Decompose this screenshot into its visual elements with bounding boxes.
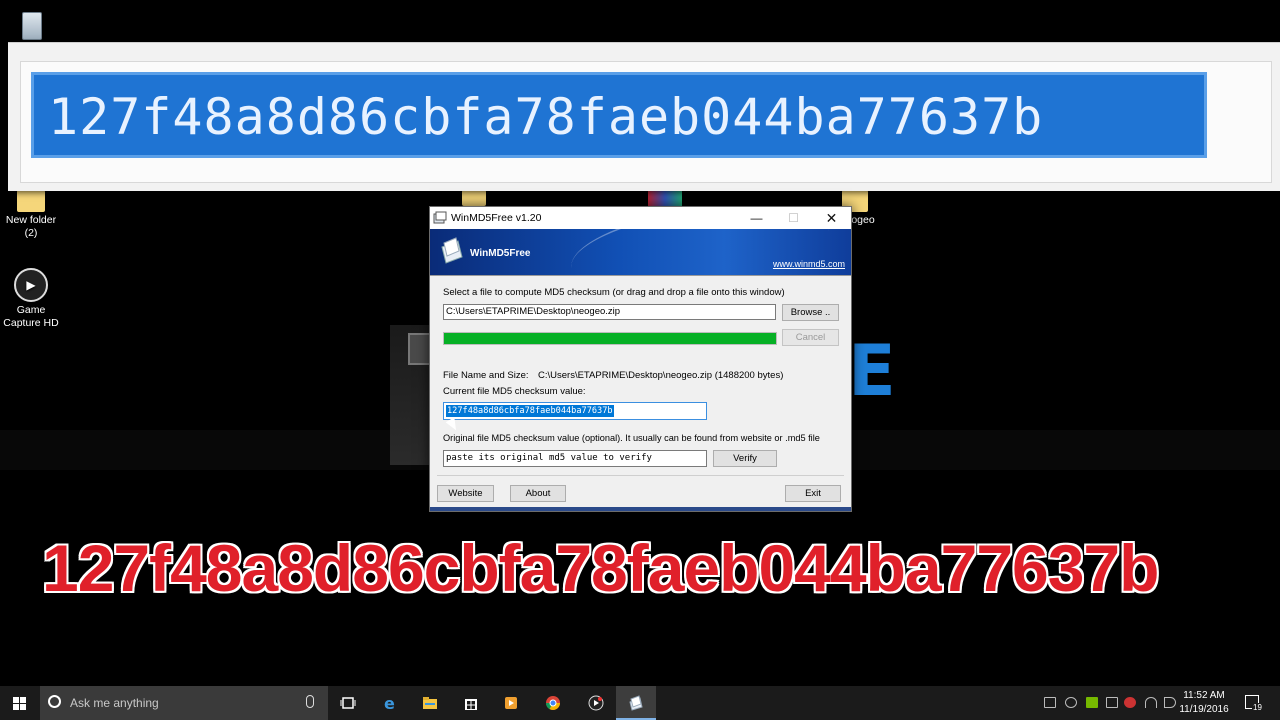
current-md5-field[interactable]: 127f48a8d86cbfa78faeb044ba77637b (443, 402, 707, 420)
desktop-icon-label: Game Capture HD (3, 304, 59, 329)
desktop-icon-label: New folder (2) (5, 214, 57, 239)
cortana-icon (48, 695, 61, 708)
desktop-icon-label: ogeo (851, 214, 875, 226)
volume-icon[interactable] (1164, 697, 1176, 708)
chrome-icon (546, 696, 560, 710)
file-name-size-label: File Name and Size: (443, 370, 529, 381)
maximize-button[interactable]: ☐ (775, 207, 812, 229)
winmd5free-window: WinMD5Free v1.20 — ☐ ✕ WinMD5Free www.wi… (429, 206, 852, 512)
app-banner: WinMD5Free www.winmd5.com (430, 229, 851, 275)
search-placeholder: Ask me anything (70, 696, 159, 710)
task-view-icon (340, 697, 356, 709)
file-path-input[interactable]: C:\Users\ETAPRIME\Desktop\neogeo.zip (443, 304, 776, 320)
window-title: WinMD5Free v1.20 (451, 212, 542, 224)
store-icon (465, 699, 477, 710)
verify-button[interactable]: Verify (713, 450, 777, 467)
close-button[interactable]: ✕ (813, 207, 850, 229)
recycle-bin-icon (16, 6, 46, 40)
winrar-icon[interactable] (648, 190, 682, 206)
clock-time: 11:52 AM (1183, 690, 1225, 701)
taskbar: Ask me anything e 11:52 AM 11/19/2016 19 (0, 686, 1280, 720)
taskbar-chrome[interactable] (533, 686, 573, 720)
game-capture-icon (588, 695, 604, 711)
original-md5-input[interactable]: paste its original md5 value to verify (443, 450, 707, 467)
title-bar[interactable]: WinMD5Free v1.20 — ☐ ✕ (430, 207, 851, 229)
taskbar-game-capture[interactable] (576, 686, 616, 720)
taskbar-media-player[interactable] (491, 686, 531, 720)
progress-fill (444, 333, 776, 344)
banner-app-name: WinMD5Free (470, 248, 531, 259)
cortana-search-box[interactable]: Ask me anything (40, 686, 328, 720)
browse-button[interactable]: Browse .. (782, 304, 839, 321)
exit-button[interactable]: Exit (785, 485, 841, 502)
start-button[interactable] (0, 686, 40, 720)
cancel-button[interactable]: Cancel (782, 329, 839, 346)
current-md5-label: Current file MD5 checksum value: (443, 386, 586, 397)
zoom-overlay: 127f48a8d86cbfa78faeb044ba77637b (8, 42, 1280, 191)
wallpaper-letter: E (848, 330, 896, 412)
app-icon (433, 211, 447, 224)
network-adapter-icon[interactable] (1065, 697, 1077, 708)
winmd5-app-icon (629, 695, 643, 711)
about-button[interactable]: About (510, 485, 566, 502)
zoom-field: 127f48a8d86cbfa78faeb044ba77637b (20, 61, 1272, 183)
zoom-highlight: 127f48a8d86cbfa78faeb044ba77637b (31, 72, 1207, 158)
original-md5-label: Original file MD5 checksum value (option… (443, 433, 820, 443)
taskbar-file-explorer[interactable] (410, 686, 450, 720)
play-icon: ▶ (14, 268, 48, 302)
current-md5-value: 127f48a8d86cbfa78faeb044ba77637b (446, 405, 614, 417)
svg-text:e: e (384, 695, 395, 711)
minimize-button[interactable]: — (738, 207, 775, 229)
desktop-icon-game-capture[interactable]: ▶ Game Capture HD (0, 268, 62, 330)
desktop-icon-recycle-bin[interactable] (0, 6, 62, 42)
hardware-icon[interactable] (1106, 697, 1118, 708)
desktop-icon-new-folder[interactable]: New folder (2) (0, 186, 62, 240)
keyboard-icon[interactable] (1044, 697, 1056, 708)
media-player-icon (505, 697, 517, 709)
md5-caption: 127f48a8d86cbfa78faeb044ba77637b (42, 531, 1159, 605)
wifi-icon[interactable] (1145, 697, 1157, 708)
microphone-icon[interactable] (306, 695, 314, 708)
system-clock[interactable]: 11:52 AM 11/19/2016 (1178, 689, 1230, 717)
website-button[interactable]: Website (437, 485, 494, 502)
file-explorer-icon (423, 697, 437, 709)
nvidia-icon[interactable] (1086, 697, 1098, 708)
file-name-size-value: C:\Users\ETAPRIME\Desktop\neogeo.zip (14… (538, 370, 784, 381)
website-link[interactable]: www.winmd5.com (773, 259, 845, 269)
window-bottom-edge (430, 507, 851, 511)
winmd5-logo-icon (441, 237, 463, 264)
windows-logo-icon (13, 697, 26, 710)
clock-date: 11/19/2016 (1179, 704, 1229, 715)
taskbar-task-view[interactable] (328, 686, 368, 720)
zoom-md5-text: 127f48a8d86cbfa78faeb044ba77637b (48, 88, 1044, 146)
progress-bar (443, 332, 777, 345)
security-icon[interactable] (1124, 697, 1136, 708)
notification-count-badge: 19 (1252, 703, 1263, 712)
folder-icon[interactable] (462, 190, 486, 206)
taskbar-store[interactable] (451, 686, 491, 720)
taskbar-winmd5free[interactable] (616, 686, 656, 720)
banner-divider (430, 275, 851, 276)
footer-divider (437, 475, 844, 476)
taskbar-edge[interactable]: e (370, 686, 410, 720)
folder-icon (17, 186, 45, 212)
select-file-label: Select a file to compute MD5 checksum (o… (443, 287, 785, 298)
edge-icon: e (384, 695, 395, 711)
